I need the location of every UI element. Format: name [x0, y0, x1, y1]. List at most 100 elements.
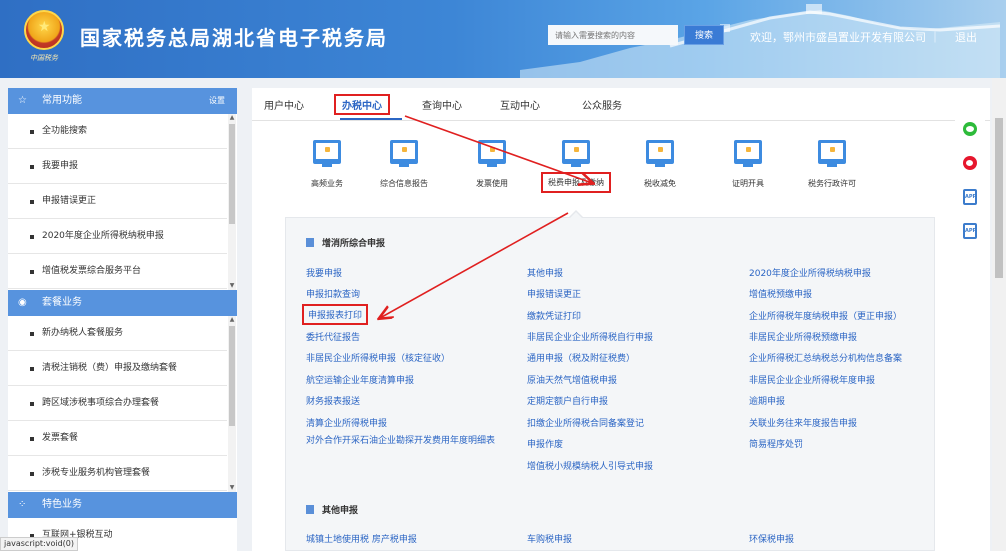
- search-input[interactable]: [548, 25, 678, 45]
- category-tax-filing[interactable]: 税费申报及缴纳: [541, 140, 611, 193]
- scroll-up-icon[interactable]: ▲: [229, 114, 235, 122]
- link-file-return[interactable]: 我要申报: [306, 266, 342, 279]
- category-label: 综合信息报告: [380, 179, 428, 188]
- group-title: 增消所综合申报: [306, 236, 385, 249]
- logout-link[interactable]: 退出: [955, 29, 977, 45]
- link-nonresident-annual[interactable]: 非居民企业企业所得税年度申报: [749, 373, 875, 386]
- sidebar-item[interactable]: 增值税发票综合服务平台: [8, 254, 227, 289]
- sidebar-item[interactable]: 全功能搜索: [8, 114, 227, 149]
- link-vehicle-tax[interactable]: 车购税申报: [527, 532, 572, 545]
- link-withholding-contract[interactable]: 扣缴企业所得税合同备案登记: [527, 416, 644, 429]
- category-label: 税收减免: [644, 179, 676, 188]
- tab-interaction-center[interactable]: 互动中心: [500, 97, 540, 112]
- tab-user-center[interactable]: 用户中心: [264, 97, 304, 112]
- grid-icon: ⁘: [18, 499, 27, 510]
- link-land-property-tax[interactable]: 城镇土地使用税 房产税申报: [306, 532, 417, 545]
- tab-tax-center[interactable]: 办税中心: [334, 94, 390, 115]
- share-item[interactable]: APP: [955, 214, 985, 248]
- link-nonresident-assessed[interactable]: 非居民企业所得税申报（核定征收）: [306, 351, 450, 364]
- active-tab-indicator: [340, 118, 402, 120]
- link-consolidated-filing[interactable]: 企业所得税汇总纳税总分机构信息备案: [749, 351, 902, 364]
- sidebar-item[interactable]: 清税注销税（费）申报及缴纳套餐: [8, 351, 227, 386]
- welcome-text: 欢迎，鄂州市盛昌置业开发有限公司 ｜: [750, 31, 941, 44]
- category-high-frequency[interactable]: 高频业务: [292, 140, 362, 189]
- link-annual-correction[interactable]: 企业所得税年度纳税申报（更正申报）: [749, 309, 902, 322]
- category-admin-permit[interactable]: 税务行政许可: [797, 140, 867, 189]
- link-liquidation-tax[interactable]: 清算企业所得税申报: [306, 416, 387, 429]
- floating-share-bar: APP APP: [955, 112, 985, 250]
- link-print-report[interactable]: 申报报表打印: [302, 304, 369, 325]
- tax-logo: 中国税务: [22, 10, 66, 64]
- scroll-down-icon[interactable]: ▼: [229, 282, 235, 290]
- app-icon[interactable]: APP: [963, 223, 977, 239]
- link-simple-penalty[interactable]: 简易程序处罚: [749, 437, 803, 450]
- link-environment-tax[interactable]: 环保税申报: [749, 532, 794, 545]
- section-title: 常用功能: [42, 95, 82, 106]
- link-overdue-filing[interactable]: 逾期申报: [749, 394, 785, 407]
- package-services-list: 新办纳税人套餐服务 清税注销税（费）申报及缴纳套餐 跨区域涉税事项综合办理套餐 …: [8, 316, 237, 492]
- sidebar-item[interactable]: 跨区域涉税事项综合办理套餐: [8, 386, 227, 421]
- page-scrollbar-thumb[interactable]: [995, 118, 1003, 278]
- category-label: 证明开具: [732, 179, 764, 188]
- page-scrollbar[interactable]: [992, 78, 1006, 551]
- scroll-down-icon[interactable]: ▼: [229, 484, 235, 492]
- category-invoice-use[interactable]: 发票使用: [457, 140, 527, 189]
- link-general-filing[interactable]: 通用申报（税及附征税费）: [527, 351, 635, 364]
- link-aviation-settlement[interactable]: 航空运输企业年度清算申报: [306, 373, 414, 386]
- sidebar-item[interactable]: 涉税专业服务机构管理套餐: [8, 456, 227, 491]
- star-icon: ☆: [18, 95, 27, 106]
- tab-query-center[interactable]: 查询中心: [422, 97, 462, 112]
- monitor-icon: [646, 140, 674, 167]
- sidebar-item[interactable]: 新办纳税人套餐服务: [8, 316, 227, 351]
- link-fixed-quota[interactable]: 定期定额户自行申报: [527, 394, 608, 407]
- section-package-services[interactable]: ◉ 套餐业务: [8, 290, 237, 316]
- monitor-icon: [390, 140, 418, 167]
- sidebar-item[interactable]: 我要申报: [8, 149, 227, 184]
- link-2020-annual[interactable]: 2020年度企业所得税纳税申报: [749, 266, 871, 279]
- link-other-filing[interactable]: 其他申报: [527, 266, 563, 279]
- link-nonresident-prepay[interactable]: 非居民企业所得税预缴申报: [749, 330, 857, 343]
- link-oil-gas-vat[interactable]: 原油天然气增值税申报: [527, 373, 617, 386]
- sidebar-item[interactable]: 2020年度企业所得税纳税申报: [8, 219, 227, 254]
- link-vat-prepay[interactable]: 增值税预缴申报: [749, 287, 812, 300]
- share-item[interactable]: [955, 146, 985, 180]
- monitor-icon: [734, 140, 762, 167]
- scrollbar-thumb[interactable]: [229, 124, 235, 224]
- sidebar-item[interactable]: 发票套餐: [8, 421, 227, 456]
- category-certificate[interactable]: 证明开具: [713, 140, 783, 189]
- category-label: 高频业务: [311, 179, 343, 188]
- share-item[interactable]: APP: [955, 180, 985, 214]
- link-deduction-query[interactable]: 申报扣款查询: [306, 287, 360, 300]
- wechat-icon[interactable]: [963, 122, 977, 136]
- search-button[interactable]: 搜索: [684, 25, 724, 45]
- category-label: 发票使用: [476, 179, 508, 188]
- section-common-functions[interactable]: ☆ 常用功能 设置: [8, 88, 237, 114]
- list-scrollbar[interactable]: ▲ ▼: [228, 316, 236, 492]
- link-small-scale-guide[interactable]: 增值税小规模纳税人引导式申报: [527, 459, 653, 472]
- app-icon[interactable]: APP: [963, 189, 977, 205]
- scrollbar-thumb[interactable]: [229, 326, 235, 426]
- panel-pointer-inner: [569, 212, 583, 219]
- link-correct-filing[interactable]: 申报错误更正: [527, 287, 581, 300]
- section-special-services[interactable]: ⁘ 特色业务: [8, 492, 237, 518]
- tab-public-service[interactable]: 公众服务: [582, 97, 622, 112]
- group-title: 其他申报: [306, 503, 358, 516]
- link-entrusted-report[interactable]: 委托代征报告: [306, 330, 360, 343]
- section-title: 特色业务: [42, 499, 82, 510]
- section-title: 套餐业务: [42, 297, 82, 308]
- link-related-party[interactable]: 关联业务往来年度报告申报: [749, 416, 857, 429]
- link-financial-statements[interactable]: 财务报表报送: [306, 394, 360, 407]
- link-payment-voucher[interactable]: 缴款凭证打印: [527, 309, 581, 322]
- link-oil-exploration[interactable]: 对外合作开采石油企业勘探开发费用年度明细表: [306, 433, 521, 449]
- sidebar-item[interactable]: 申报错误更正: [8, 184, 227, 219]
- link-nonresident-self[interactable]: 非居民企业企业所得税自行申报: [527, 330, 653, 343]
- category-info-report[interactable]: 综合信息报告: [369, 140, 439, 189]
- scroll-up-icon[interactable]: ▲: [229, 316, 235, 324]
- share-item[interactable]: [955, 112, 985, 146]
- settings-link[interactable]: 设置: [209, 88, 225, 114]
- list-scrollbar[interactable]: ▲ ▼: [228, 114, 236, 290]
- weibo-icon[interactable]: [963, 156, 977, 170]
- category-tax-relief[interactable]: 税收减免: [625, 140, 695, 189]
- sub-menu-panel: 增消所综合申报 我要申报 申报扣款查询 申报报表打印 委托代征报告 非居民企业所…: [285, 217, 935, 551]
- link-void-filing[interactable]: 申报作废: [527, 437, 563, 450]
